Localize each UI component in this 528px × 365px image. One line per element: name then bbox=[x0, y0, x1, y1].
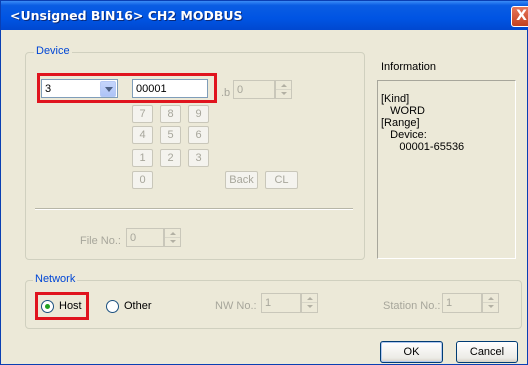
ok-button[interactable]: OK bbox=[380, 341, 443, 363]
bit-number-spinner[interactable] bbox=[275, 80, 292, 99]
window-title: <Unsigned BIN16> CH2 MODBUS bbox=[10, 8, 243, 23]
file-no-spinner[interactable] bbox=[164, 228, 181, 247]
spin-down-icon[interactable] bbox=[276, 90, 291, 99]
information-label: Information bbox=[381, 61, 437, 73]
spin-down-icon[interactable] bbox=[483, 303, 498, 312]
other-radio-label[interactable]: Other bbox=[124, 300, 152, 312]
station-no-label: Station No.: bbox=[383, 300, 441, 312]
back-button[interactable]: Back bbox=[225, 171, 258, 189]
information-panel: [Kind] WORD [Range] Device: 00001-65536 bbox=[377, 80, 516, 259]
close-button[interactable]: X bbox=[511, 6, 528, 27]
key-9-button[interactable]: 9 bbox=[188, 105, 209, 123]
close-icon: X bbox=[516, 8, 527, 24]
highlight-host-radio bbox=[35, 292, 89, 320]
nw-no-spinner[interactable] bbox=[301, 293, 318, 313]
file-no-input[interactable]: 0 bbox=[126, 228, 164, 247]
cancel-button[interactable]: Cancel bbox=[456, 341, 518, 363]
information-text: [Kind] WORD [Range] Device: 00001-65536 bbox=[381, 93, 465, 153]
file-no-label: File No.: bbox=[80, 235, 121, 247]
other-radio[interactable] bbox=[106, 300, 119, 313]
station-no-input[interactable]: 1 bbox=[442, 293, 482, 313]
highlight-device-input bbox=[37, 73, 217, 103]
key-2-button[interactable]: 2 bbox=[160, 149, 181, 167]
key-7-button[interactable]: 7 bbox=[132, 105, 153, 123]
title-bar[interactable]: <Unsigned BIN16> CH2 MODBUS X bbox=[1, 1, 528, 30]
key-5-button[interactable]: 5 bbox=[160, 126, 181, 144]
bit-number-input[interactable]: 0 bbox=[233, 80, 275, 99]
network-group-label: Network bbox=[33, 273, 78, 285]
spin-down-icon[interactable] bbox=[302, 303, 317, 312]
device-group-label: Device bbox=[34, 45, 72, 57]
station-no-spinner[interactable] bbox=[482, 293, 499, 313]
nw-no-input[interactable]: 1 bbox=[261, 293, 301, 313]
key-4-button[interactable]: 4 bbox=[132, 126, 153, 144]
nw-no-label: NW No.: bbox=[215, 300, 257, 312]
key-3-button[interactable]: 3 bbox=[188, 149, 209, 167]
key-1-button[interactable]: 1 bbox=[132, 149, 153, 167]
dialog-window: <Unsigned BIN16> CH2 MODBUS X Device 3 0… bbox=[0, 0, 528, 365]
device-separator bbox=[35, 208, 353, 210]
key-8-button[interactable]: 8 bbox=[160, 105, 181, 123]
spin-up-icon[interactable] bbox=[276, 81, 291, 90]
spin-up-icon[interactable] bbox=[483, 294, 498, 303]
key-6-button[interactable]: 6 bbox=[188, 126, 209, 144]
spin-down-icon[interactable] bbox=[165, 238, 180, 247]
clear-button[interactable]: CL bbox=[265, 171, 298, 189]
spin-up-icon[interactable] bbox=[165, 229, 180, 238]
spin-up-icon[interactable] bbox=[302, 294, 317, 303]
bit-prefix-label: .b bbox=[221, 87, 231, 99]
key-0-button[interactable]: 0 bbox=[132, 171, 153, 189]
